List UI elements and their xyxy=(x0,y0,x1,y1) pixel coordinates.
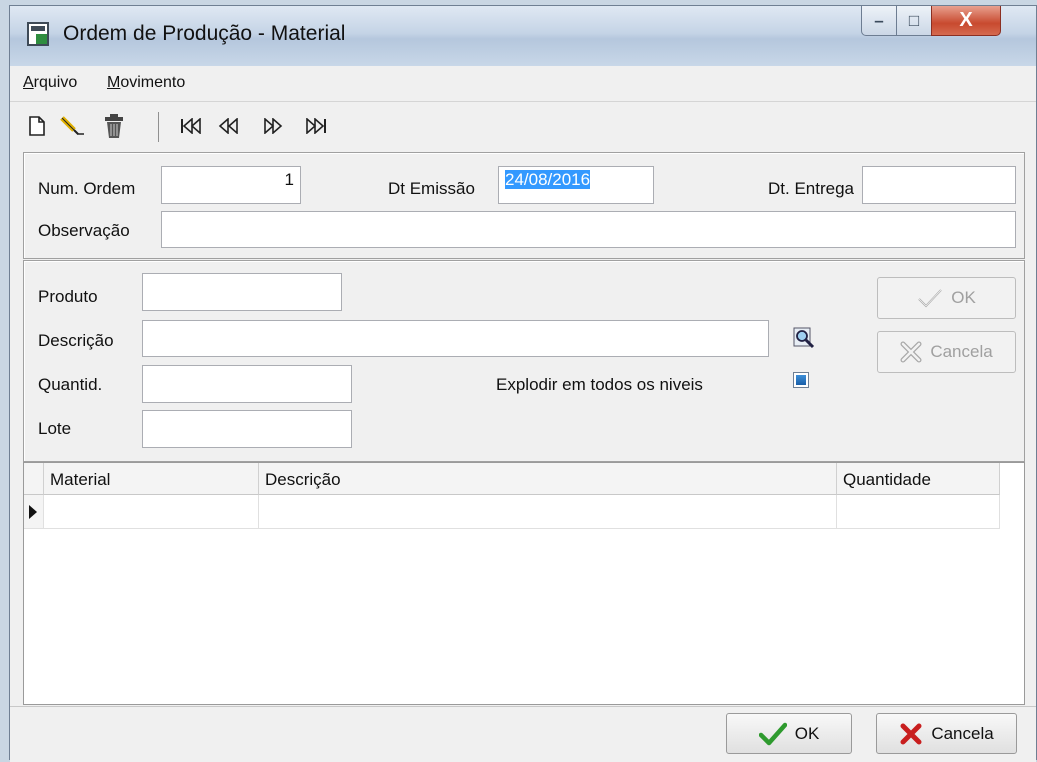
observacao-label: Observação xyxy=(38,221,130,240)
window-title: Ordem de Produção - Material xyxy=(63,22,346,45)
observacao-field[interactable] xyxy=(161,211,1016,248)
cancel-icon xyxy=(900,341,922,363)
menu-movimento-label: Movimento xyxy=(107,74,186,91)
grid-header-descricao[interactable]: Descrição xyxy=(259,463,837,495)
check-icon xyxy=(918,289,942,308)
next-record-icon[interactable] xyxy=(259,112,287,140)
dt-emissao-label: Dt Emissão xyxy=(388,179,475,198)
grid-header-material[interactable]: Material xyxy=(44,463,259,495)
footer-bar: OK Cancela xyxy=(10,706,1036,762)
item-cancela-label: Cancela xyxy=(930,342,993,361)
row-indicator xyxy=(24,495,44,529)
material-grid[interactable]: Material Descrição Quantidade xyxy=(23,462,1025,705)
cancela-button[interactable]: Cancela xyxy=(876,713,1017,754)
ok-label: OK xyxy=(794,723,820,743)
produto-field[interactable] xyxy=(142,273,342,311)
main-window: Ordem de Produção - Material – □ X Arqui… xyxy=(9,5,1037,762)
delete-icon[interactable] xyxy=(100,112,128,140)
check-icon xyxy=(758,722,787,745)
toolbar-separator xyxy=(158,112,159,142)
menu-arquivo[interactable]: Arquivo xyxy=(23,74,77,92)
cancel-icon xyxy=(900,723,922,744)
item-cancela-button[interactable]: Cancela xyxy=(877,331,1016,373)
header-panel: Num. Ordem 1 Dt Emissão 24/08/2016 Dt. E… xyxy=(23,152,1025,259)
dt-entrega-field[interactable] xyxy=(862,166,1016,204)
quantid-field[interactable] xyxy=(142,365,352,403)
dt-entrega-label: Dt. Entrega xyxy=(768,179,854,198)
grid-header-quantidade[interactable]: Quantidade xyxy=(837,463,1000,495)
table-cell-material[interactable] xyxy=(44,495,259,529)
produto-label: Produto xyxy=(38,287,98,306)
quantid-label: Quantid. xyxy=(38,375,103,394)
close-icon: X xyxy=(959,9,973,31)
menu-bar: Arquivo Movimento xyxy=(10,66,1036,102)
toolbar xyxy=(10,102,1036,148)
title-bar[interactable]: Ordem de Produção - Material – □ X xyxy=(10,6,1036,66)
close-button[interactable]: X xyxy=(931,6,1001,36)
num-ordem-field[interactable]: 1 xyxy=(161,166,301,204)
last-record-icon[interactable] xyxy=(302,112,330,140)
dt-emissao-field[interactable]: 24/08/2016 xyxy=(498,166,654,204)
descricao-field[interactable] xyxy=(142,320,769,357)
explodir-checkbox[interactable] xyxy=(793,372,809,388)
new-icon[interactable] xyxy=(23,112,51,140)
app-icon xyxy=(27,22,49,46)
dt-emissao-value: 24/08/2016 xyxy=(505,170,591,189)
ok-button[interactable]: OK xyxy=(726,713,852,754)
item-ok-label: OK xyxy=(951,288,976,307)
first-record-icon[interactable] xyxy=(177,112,205,140)
item-panel: Produto Descrição Quantid. Explodir em t… xyxy=(23,260,1025,462)
minimize-button[interactable]: – xyxy=(861,6,897,36)
menu-arquivo-label: Arquivo xyxy=(23,74,78,91)
search-icon[interactable] xyxy=(792,326,816,350)
menu-movimento[interactable]: Movimento xyxy=(107,74,185,92)
cancela-label: Cancela xyxy=(931,723,994,743)
table-cell-quantidade[interactable] xyxy=(837,495,1000,529)
explodir-label: Explodir em todos os niveis xyxy=(496,375,703,394)
grid-corner xyxy=(24,463,44,495)
num-ordem-label: Num. Ordem xyxy=(38,179,136,198)
minimize-icon: – xyxy=(874,10,884,30)
lote-label: Lote xyxy=(38,419,72,438)
maximize-icon: □ xyxy=(908,10,920,30)
maximize-button[interactable]: □ xyxy=(896,6,932,36)
descricao-label: Descrição xyxy=(38,331,114,350)
lote-field[interactable] xyxy=(142,410,352,448)
edit-icon[interactable] xyxy=(58,112,86,140)
prev-record-icon[interactable] xyxy=(215,112,243,140)
current-row-icon xyxy=(29,505,37,519)
table-cell-descricao[interactable] xyxy=(259,495,837,529)
item-ok-button[interactable]: OK xyxy=(877,277,1016,319)
